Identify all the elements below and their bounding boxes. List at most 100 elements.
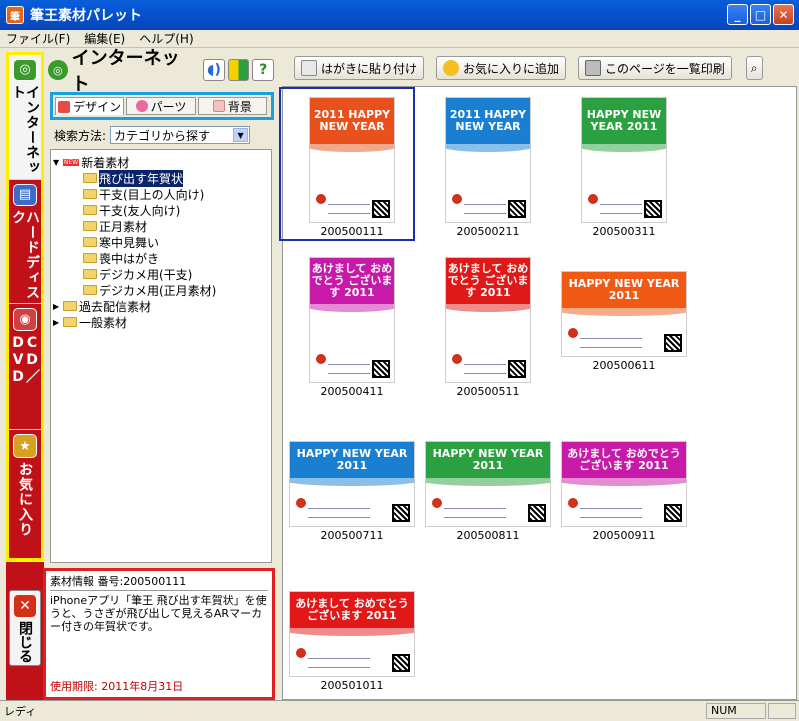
thumbnail-label: 200500511 [456,385,520,398]
tree-node-new[interactable]: ▼ NEW 新着素材 [51,154,271,170]
disc-icon: ◉ [13,308,37,331]
tree-node-camera-new-year[interactable]: デジカメ用(正月素材) [51,282,271,298]
add-favorite-button[interactable]: お気に入りに追加 [436,56,567,80]
tree-node-camera-eto[interactable]: デジカメ用(干支) [51,266,271,282]
side-tab-internet[interactable]: ◎ インターネット [9,55,41,179]
left-pane-header: ◎ インターネット ◖) ? [46,48,274,95]
thumbnail-text-lines [464,364,506,374]
thumbnail-card[interactable]: HAPPY NEW YEAR 2011 200500311 [559,97,689,238]
thumbnail-wave [446,138,530,152]
help-icon[interactable]: ? [252,59,274,81]
tree-node-general[interactable]: ▶ 一般素材 [51,314,271,330]
tree-node-winter[interactable]: 寒中見舞い [51,234,271,250]
menu-file[interactable]: ファイル(F) [6,30,70,47]
maximize-icon[interactable]: □ [750,4,771,25]
search-method-value: カテゴリから探す [114,128,211,143]
thumbnail-seal [452,354,462,364]
search-method-select[interactable]: カテゴリから探す ▼ [110,126,251,144]
thumbnail-seal [296,498,306,508]
thumbnail-text-lines [308,658,370,668]
thumbnail-image[interactable]: あけまして おめでとうございます 2011 [289,591,415,677]
thumbnail-card[interactable]: 2011 HAPPY NEW YEAR 200500211 [423,97,553,238]
thumbnail-card[interactable]: あけまして おめでとうございます 2011 200501011 [287,591,417,692]
thumbnail-card[interactable]: HAPPY NEW YEAR 2011 200500811 [423,441,553,542]
thumbnail-label: 200500811 [456,529,520,542]
thumbnail-card[interactable]: あけまして おめでとう ございます 2011 200500911 [559,441,689,542]
close-tab-label: 閉じる [17,621,33,663]
status-bar: レディ NUM [0,700,799,721]
tree-node-past[interactable]: ▶ 過去配信素材 [51,298,271,314]
material-type-tabs: デザイン パーツ 背景 [50,92,274,120]
thumbnail-wave [290,472,414,486]
close-window-icon[interactable]: ✕ [773,4,794,25]
side-tab-cd-dvd[interactable]: ◉ CD／DVD [9,303,41,429]
thumbnail-image[interactable]: あけまして おめでとう ございます 2011 [561,441,687,527]
tab-design-label: デザイン [73,100,122,114]
left-pane: ◎ インターネット ◖) ? デザイン パーツ 背景 検索方法: カテゴリから探… [43,48,275,700]
paste-to-card-button[interactable]: はがきに貼り付け [294,56,425,80]
thumbnail-text-lines [580,508,642,518]
thumbnail-wave [446,298,530,312]
thumbnail-image[interactable]: HAPPY NEW YEAR 2011 [561,271,687,357]
ar-marker-icon [508,360,526,378]
thumbnail-image[interactable]: 2011 HAPPY NEW YEAR [445,97,531,223]
beginner-mark-icon[interactable] [227,59,250,81]
tree-node-eto-friends[interactable]: 干支(友人向け) [51,202,271,218]
window-title: 筆王素材パレット [30,8,142,24]
info-expiry: 使用期限: 2011年8月31日 [50,680,184,693]
folder-icon [83,189,97,199]
tree-node-popup-card[interactable]: 飛び出す年賀状 [51,169,271,187]
folder-icon [83,237,97,247]
tab-parts[interactable]: パーツ [126,97,196,115]
print-page-button[interactable]: このページを一覧印刷 [578,56,732,80]
thumbnail-image[interactable]: あけまして おめでとう ございます 2011 [445,257,531,383]
thumbnail-label: 200501011 [320,679,384,692]
star-icon: ★ [13,434,37,458]
tree-node-label: 寒中見舞い [99,235,160,250]
collapse-arrow-icon[interactable]: ▶ [53,318,63,327]
tree-node-label: 正月素材 [99,219,148,234]
expand-arrow-icon[interactable]: ▼ [53,158,63,167]
close-tab-button[interactable]: ✕ 閉じる [9,590,41,666]
tree-node-label: 干支(目上の人向け) [99,187,205,202]
minimize-icon[interactable]: _ [727,4,748,25]
search-button[interactable]: ⌕ [745,56,763,80]
chevron-down-icon[interactable]: ▼ [233,128,249,142]
thumbnail-card[interactable]: HAPPY NEW YEAR 2011 200500611 [559,271,689,372]
thumbnail-seal [316,354,326,364]
ar-marker-icon [508,200,526,218]
tree-node-mourning[interactable]: 喪中はがき [51,250,271,266]
folder-icon [83,173,97,183]
thumbnail-seal [452,194,462,204]
thumbnail-image[interactable]: HAPPY NEW YEAR 2011 [425,441,551,527]
collapse-arrow-icon[interactable]: ▶ [53,302,63,311]
add-favorite-label: お気に入りに追加 [463,61,560,76]
num-lock-indicator: NUM [706,703,766,719]
thumbnail-card[interactable]: あけまして おめでとう ございます 2011 200500411 [287,257,417,398]
folder-icon [83,285,97,295]
category-tree: ▼ NEW 新着素材 飛び出す年賀状 干支(目上の人向け) 干支(友人向け) 正… [50,149,272,563]
source-tabs: ◎ インターネット ▤ ハードディスク ◉ CD／DVD ★ お気に入り [6,52,44,561]
thumbnail-card[interactable]: HAPPY NEW YEAR 2011 200500711 [287,441,417,542]
thumbnail-image[interactable]: HAPPY NEW YEAR 2011 [289,441,415,527]
window-controls: _ □ ✕ [727,4,794,25]
side-tab-label: お気に入り [17,462,33,537]
side-tab-favorites[interactable]: ★ お気に入り [9,429,41,558]
side-tab-harddisk[interactable]: ▤ ハードディスク [9,179,41,303]
close-icon: ✕ [14,595,36,617]
thumbnail-image[interactable]: HAPPY NEW YEAR 2011 [581,97,667,223]
speaker-icon[interactable]: ◖) [203,59,225,81]
thumbnail-card[interactable]: あけまして おめでとう ございます 2011 200500511 [423,257,553,398]
ar-marker-icon [392,654,410,672]
title-bar[interactable]: 筆 筆王素材パレット _ □ ✕ [0,0,799,30]
tab-background[interactable]: 背景 [197,97,267,115]
resize-grip[interactable] [768,703,796,719]
tree-node-eto-elders[interactable]: 干支(目上の人向け) [51,186,271,202]
tab-design[interactable]: デザイン [55,97,125,115]
thumbnail-image[interactable]: あけまして おめでとう ございます 2011 [309,257,395,383]
folder-icon [63,317,77,327]
tree-node-new-year[interactable]: 正月素材 [51,218,271,234]
ar-marker-icon [528,504,546,522]
folder-icon [83,221,97,231]
thumbnail-text-lines [580,338,642,348]
